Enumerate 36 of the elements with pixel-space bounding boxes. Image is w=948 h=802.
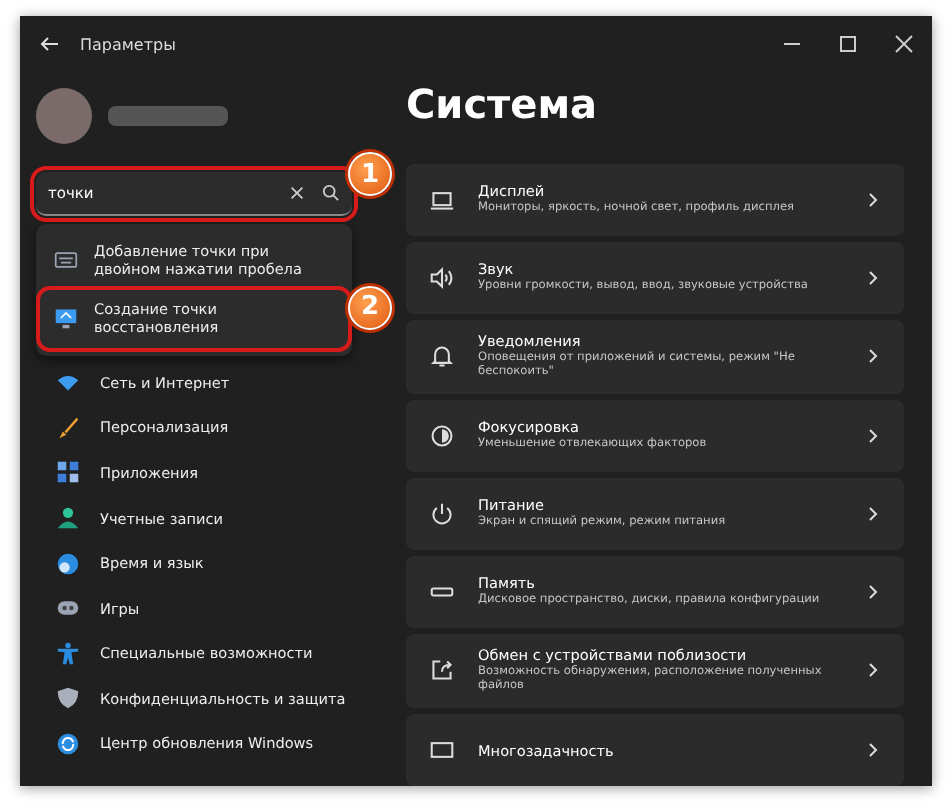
games-icon bbox=[56, 596, 80, 621]
time-icon bbox=[56, 551, 80, 576]
power-icon bbox=[430, 501, 454, 526]
avatar bbox=[36, 88, 92, 144]
maximize-icon[interactable] bbox=[838, 34, 858, 54]
chevron-icon bbox=[866, 505, 880, 522]
sound-icon bbox=[430, 265, 454, 290]
search-icon[interactable] bbox=[322, 184, 340, 202]
multitask-icon bbox=[430, 738, 454, 762]
display-icon bbox=[430, 187, 454, 212]
clear-icon[interactable] bbox=[288, 184, 306, 202]
bell-icon bbox=[430, 344, 454, 369]
chevron-icon bbox=[866, 427, 880, 444]
network-icon bbox=[56, 370, 80, 395]
callout-number: 2 bbox=[348, 285, 392, 330]
back-arrow-icon[interactable] bbox=[40, 34, 60, 54]
apps-icon bbox=[56, 460, 80, 485]
account-icon bbox=[56, 506, 80, 531]
shield-icon bbox=[56, 686, 80, 711]
focus-icon bbox=[430, 423, 454, 448]
chevron-icon bbox=[866, 348, 880, 365]
update-icon bbox=[56, 731, 80, 756]
blurred-name bbox=[108, 106, 228, 126]
close-icon[interactable] bbox=[894, 34, 914, 54]
share-icon bbox=[430, 658, 454, 683]
chevron-icon bbox=[866, 662, 880, 679]
chevron-icon bbox=[866, 742, 880, 758]
chevron-icon bbox=[866, 583, 880, 600]
brush-icon bbox=[56, 415, 80, 440]
keyboard-icon bbox=[54, 248, 78, 273]
chevron-icon bbox=[866, 269, 880, 286]
callout-number: 1 bbox=[348, 152, 392, 196]
chevron-icon bbox=[866, 191, 880, 208]
page-title: Система bbox=[406, 80, 600, 132]
window-title: Параметры bbox=[80, 35, 176, 53]
accessibility-icon bbox=[56, 641, 80, 666]
